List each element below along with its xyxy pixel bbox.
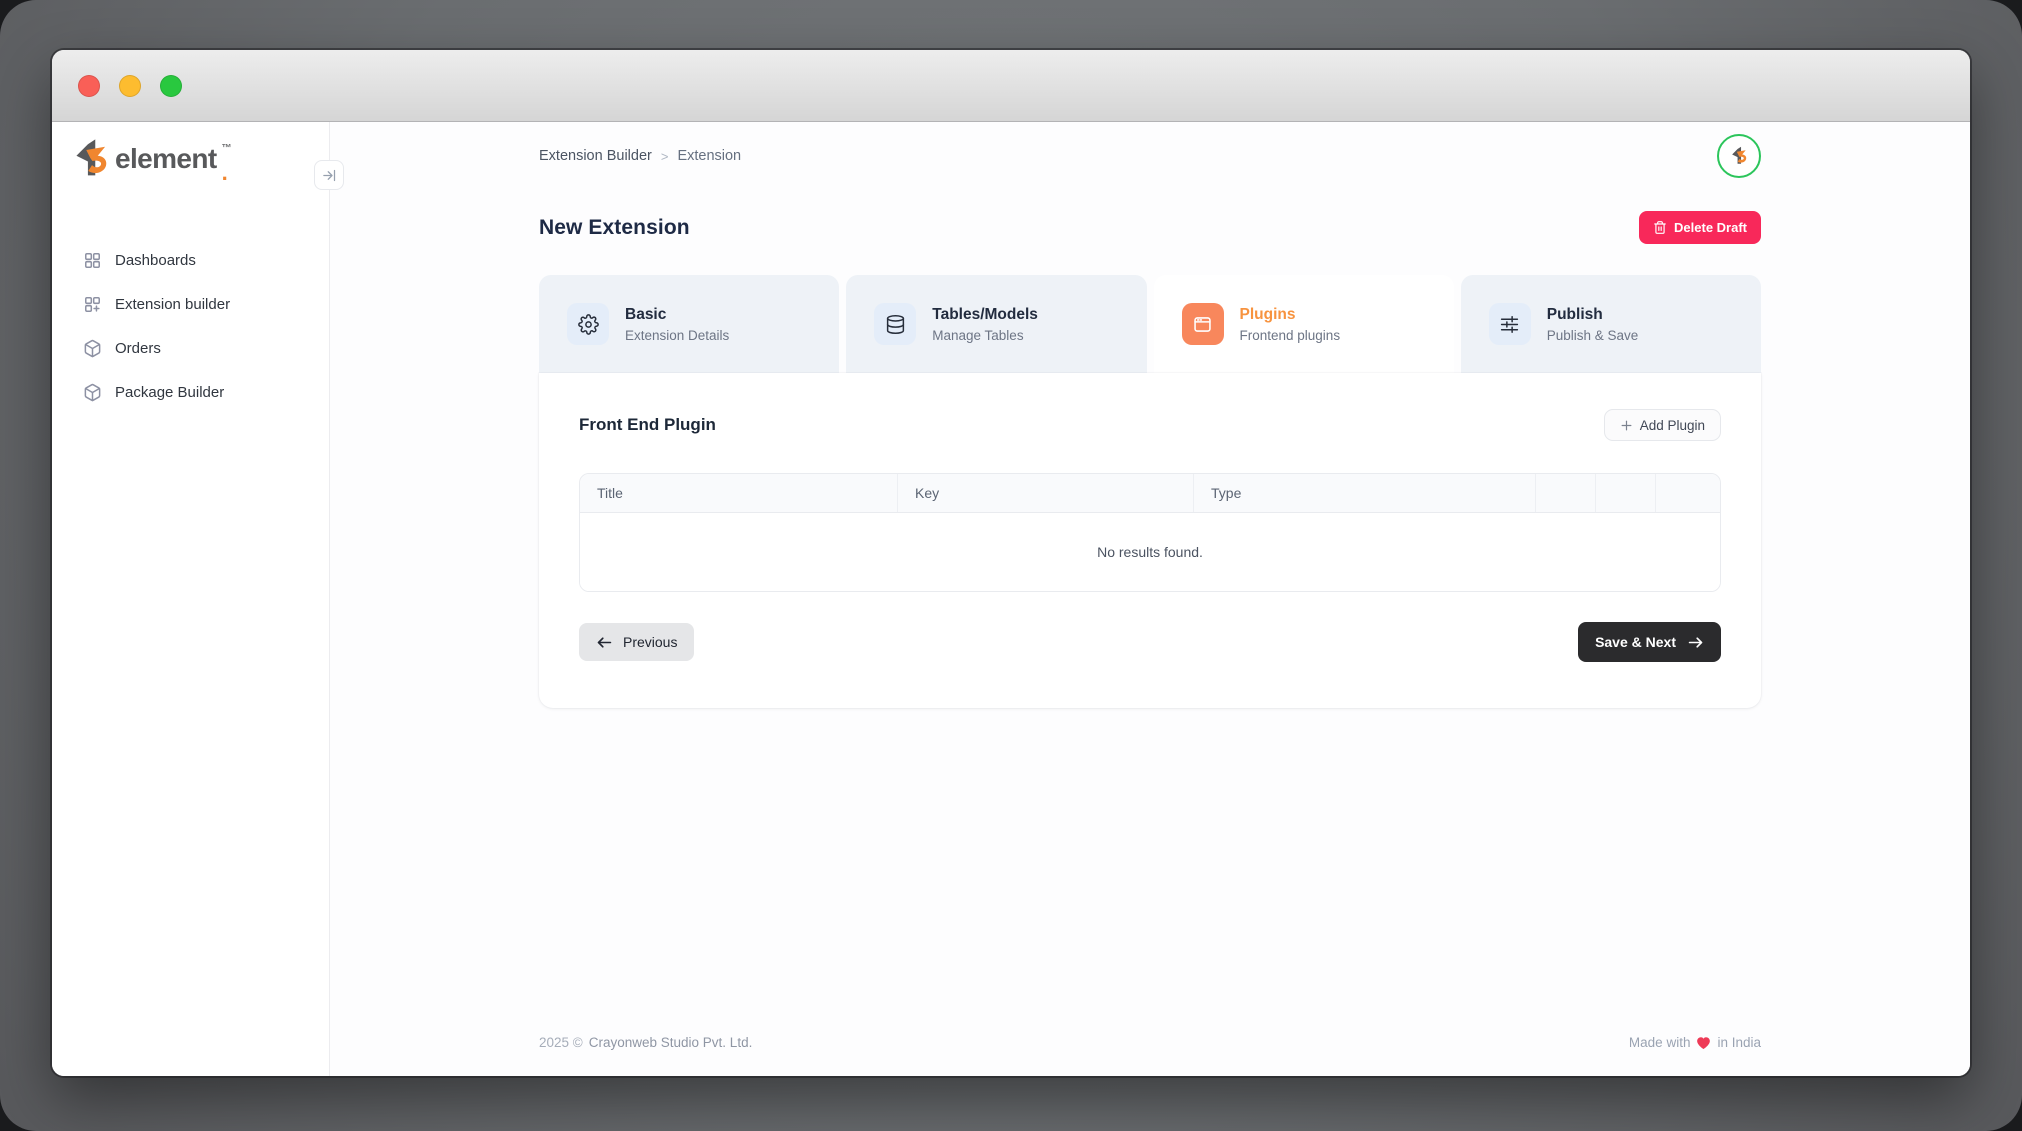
panel-heading: Front End Plugin — [579, 415, 716, 434]
add-plugin-label: Add Plugin — [1639, 417, 1705, 433]
tab-subtitle: Manage Tables — [932, 327, 1024, 343]
window-titlebar — [52, 50, 1970, 122]
tab-subtitle: Publish & Save — [1546, 327, 1639, 343]
previous-button[interactable]: Previous — [579, 623, 695, 661]
arrow-left-icon — [597, 636, 612, 648]
brand-trademark: ™ — [221, 143, 232, 154]
app-window: element ™ . Dashboards Extension builder… — [52, 50, 1970, 1076]
plus-icon — [1621, 420, 1632, 430]
box-icon — [84, 339, 101, 357]
box-icon — [84, 383, 101, 401]
delete-draft-label: Delete Draft — [1674, 220, 1747, 235]
sidebar-item-label: Dashboards — [115, 251, 196, 269]
collapse-right-icon — [322, 169, 335, 181]
sidebar-nav: Dashboards Extension builder Orders Pack… — [52, 238, 329, 414]
tab-publish[interactable]: Publish Publish & Save — [1460, 275, 1761, 373]
sidebar-item-label: Extension builder — [115, 295, 231, 313]
tab-subtitle: Extension Details — [625, 327, 730, 343]
user-avatar[interactable] — [1717, 134, 1761, 178]
table-header-key: Key — [897, 474, 1193, 512]
sidebar-item-orders[interactable]: Orders — [52, 326, 329, 370]
grid-plus-icon — [85, 296, 100, 312]
arrow-right-icon — [1688, 636, 1703, 648]
sliders-icon — [1488, 303, 1531, 345]
breadcrumb: Extension Builder > Extension — [539, 148, 741, 164]
table-header-cell-empty — [1595, 474, 1655, 512]
footer-made-with: Made with — [1628, 1035, 1691, 1050]
sidebar-item-dashboards[interactable]: Dashboards — [52, 238, 329, 282]
save-next-button[interactable]: Save & Next — [1578, 622, 1721, 662]
database-icon — [874, 303, 917, 345]
grid-icon — [85, 252, 100, 268]
brand-logo[interactable]: element ™ . — [74, 138, 329, 185]
sidebar-item-label: Package Builder — [115, 383, 225, 401]
add-plugin-button[interactable]: Add Plugin — [1603, 409, 1721, 441]
desktop-backdrop: element ™ . Dashboards Extension builder… — [0, 0, 2022, 1131]
brand-logo-icon — [1731, 146, 1748, 166]
tab-tables-models[interactable]: Tables/Models Manage Tables — [846, 275, 1147, 373]
step-tabs: Basic Extension Details Tables/Models Ma… — [539, 275, 1761, 373]
breadcrumb-separator: > — [660, 148, 669, 164]
tab-title: Publish — [1546, 305, 1603, 323]
sidebar: element ™ . Dashboards Extension builder… — [52, 122, 344, 1076]
page-title: New Extension — [539, 215, 690, 239]
footer-company: Crayonweb Studio Pvt. Ltd. — [588, 1035, 753, 1050]
brand-wordmark: element — [115, 143, 217, 174]
table-header-type: Type — [1193, 474, 1535, 512]
breadcrumb-extension-builder[interactable]: Extension Builder — [539, 148, 652, 164]
footer: 2025 © Crayonweb Studio Pvt. Ltd. Made wi… — [539, 1035, 1761, 1050]
trash-icon — [1654, 221, 1666, 234]
table-header-row: Title Key Type — [580, 474, 1720, 513]
tab-title: Plugins — [1239, 305, 1296, 323]
plugins-table: Title Key Type No results found. — [579, 473, 1721, 592]
brand-dot: . — [221, 160, 228, 185]
close-window-icon[interactable] — [78, 74, 100, 97]
tab-subtitle: Frontend plugins — [1239, 327, 1341, 343]
save-next-label: Save & Next — [1595, 634, 1676, 650]
heart-icon — [1697, 1036, 1711, 1049]
plugins-panel: Front End Plugin Add Plugin Title Key Ty… — [539, 373, 1761, 708]
sidebar-item-extension-builder[interactable]: Extension builder — [52, 282, 329, 326]
zoom-window-icon[interactable] — [160, 74, 182, 97]
browser-window-icon — [1181, 303, 1224, 345]
delete-draft-button[interactable]: Delete Draft — [1639, 211, 1761, 244]
tab-plugins[interactable]: Plugins Frontend plugins — [1153, 275, 1454, 373]
previous-label: Previous — [623, 634, 678, 650]
sidebar-collapse-button[interactable] — [314, 160, 344, 190]
minimize-window-icon[interactable] — [119, 74, 141, 97]
footer-location: in India — [1717, 1035, 1761, 1050]
table-header-cell-empty — [1535, 474, 1595, 512]
table-header-title: Title — [597, 485, 623, 501]
main-area: Extension Builder > Extension New Extens… — [330, 122, 1970, 1076]
tab-basic[interactable]: Basic Extension Details — [539, 275, 840, 373]
sidebar-item-package-builder[interactable]: Package Builder — [52, 370, 329, 414]
tab-title: Basic — [625, 305, 667, 323]
breadcrumb-extension: Extension — [677, 148, 742, 164]
table-header-cell-empty — [1655, 474, 1720, 512]
sidebar-item-label: Orders — [115, 339, 161, 357]
tab-title: Tables/Models — [932, 305, 1038, 323]
table-empty-message: No results found. — [580, 513, 1720, 591]
footer-year-copyright: 2025 © — [539, 1035, 583, 1050]
gear-icon — [567, 303, 609, 345]
brand-logo-icon — [74, 138, 110, 180]
